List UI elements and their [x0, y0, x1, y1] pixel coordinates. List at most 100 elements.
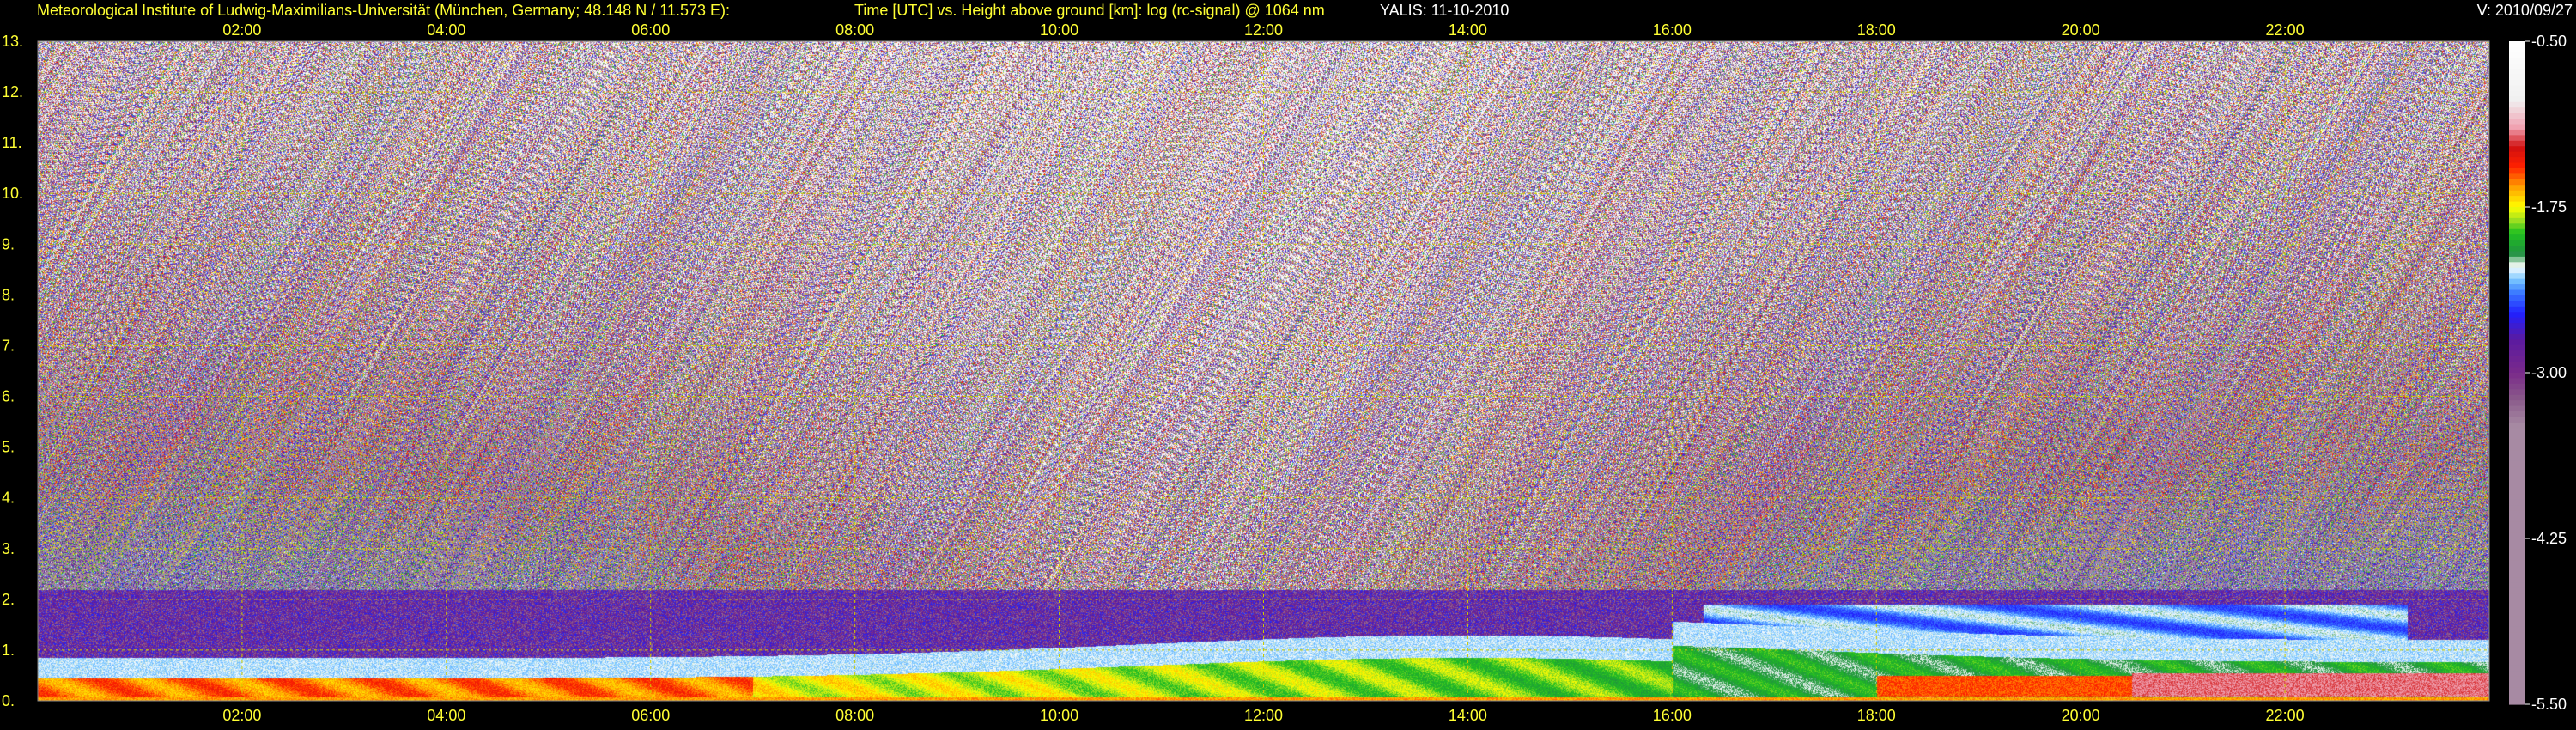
colorbar-segment	[2509, 455, 2525, 462]
x-tick-label-bottom: 10:00	[1040, 707, 1078, 724]
x-tick-label-bottom: 16:00	[1653, 707, 1692, 724]
colorbar-segment	[2509, 185, 2525, 192]
colorbar-segment	[2509, 494, 2525, 501]
colorbar-segment	[2509, 350, 2525, 357]
colorbar-segment	[2509, 621, 2525, 628]
colorbar-segment	[2509, 605, 2525, 611]
header-description: Time [UTC] vs. Height above ground [km]:…	[854, 2, 1325, 19]
colorbar-segment	[2509, 212, 2525, 219]
colorbar-segment	[2509, 129, 2525, 136]
colorbar-segment	[2509, 637, 2525, 644]
colorbar-segment	[2509, 660, 2525, 666]
y-tick-label: 7.	[2, 337, 15, 354]
colorbar-segment	[2509, 428, 2525, 435]
colorbar-segment	[2509, 648, 2525, 655]
colorbar-segment	[2509, 532, 2525, 539]
colorbar-segment	[2509, 240, 2525, 246]
colorbar-segment	[2509, 383, 2525, 390]
colorbar-segment	[2509, 85, 2525, 92]
x-tick-label-top: 22:00	[2266, 21, 2305, 39]
x-tick-label-bottom: 22:00	[2266, 707, 2305, 724]
colorbar-segment	[2509, 201, 2525, 208]
colorbar-segment	[2509, 273, 2525, 280]
colorbar-segment	[2509, 179, 2525, 186]
header-instrument: YALIS: 11-10-2010	[1380, 2, 1509, 19]
colorbar-segment	[2509, 599, 2525, 605]
colorbar-segment	[2509, 323, 2525, 330]
colorbar-segment	[2509, 96, 2525, 103]
y-tick-label: 2.	[2, 591, 15, 608]
colorbar-segment	[2509, 373, 2525, 380]
colorbar-tick-label: -1.75	[2531, 198, 2567, 216]
colorbar-segment	[2509, 566, 2525, 573]
lidar-plot: Meteorological Institute of Ludwig-Maxim…	[2, 2, 2573, 724]
colorbar-segment	[2509, 693, 2525, 700]
colorbar-segment	[2509, 505, 2525, 512]
colorbar-segment	[2509, 593, 2525, 600]
y-tick-label: 13.	[2, 33, 23, 50]
colorbar-segment	[2509, 58, 2525, 64]
colorbar-tick-label: -4.25	[2531, 530, 2567, 547]
colorbar-segment	[2509, 151, 2525, 158]
colorbar-segment	[2509, 632, 2525, 639]
colorbar-segment	[2509, 555, 2525, 562]
colorbar-segment	[2509, 610, 2525, 617]
x-tick-label-top: 14:00	[1449, 21, 1487, 39]
colorbar-segment	[2509, 362, 2525, 368]
colorbar-segment	[2509, 582, 2525, 589]
colorbar-segment	[2509, 157, 2525, 164]
colorbar-segment	[2509, 400, 2525, 407]
colorbar-segment	[2509, 246, 2525, 252]
colorbar-segment	[2509, 516, 2525, 523]
x-tick-label-top: 04:00	[427, 21, 465, 39]
colorbar-segment	[2509, 671, 2525, 678]
colorbar-segment	[2509, 654, 2525, 661]
colorbar-tick-label: -3.00	[2531, 364, 2567, 381]
colorbar-segment	[2509, 207, 2525, 214]
colorbar-segment	[2509, 521, 2525, 528]
header-institute: Meteorological Institute of Ludwig-Maxim…	[37, 2, 730, 19]
x-tick-label-bottom: 20:00	[2062, 707, 2100, 724]
colorbar-segment	[2509, 251, 2525, 258]
colorbar-segment	[2509, 687, 2525, 694]
y-tick-label: 4.	[2, 490, 15, 507]
colorbar-segment	[2509, 643, 2525, 650]
colorbar-segment	[2509, 190, 2525, 197]
colorbar-segment	[2509, 356, 2525, 362]
colorbar-segment	[2509, 471, 2525, 478]
colorbar-segment	[2509, 135, 2525, 142]
colorbar-segment	[2509, 466, 2525, 473]
x-axis-bottom: 02:00 04:00 06:00 08:00 10:00 12:00 14:00 16:00…	[222, 707, 2304, 724]
colorbar-segment	[2509, 577, 2525, 584]
colorbar-segment	[2509, 301, 2525, 307]
colorbar-segment	[2509, 538, 2525, 545]
colorbar-segment	[2509, 444, 2525, 451]
colorbar-segment	[2509, 173, 2525, 180]
colorbar-segment	[2509, 510, 2525, 517]
colorbar-segment	[2509, 52, 2525, 58]
colorbar-tick-label: -0.50	[2531, 33, 2567, 50]
colorbar-segment	[2509, 417, 2525, 423]
x-tick-label-bottom: 04:00	[427, 707, 465, 724]
colorbar-segment	[2509, 41, 2525, 48]
colorbar-segment	[2509, 46, 2525, 53]
colorbar-segment	[2509, 549, 2525, 556]
x-tick-label-top: 18:00	[1857, 21, 1896, 39]
colorbar-segment	[2509, 63, 2525, 70]
colorbar-segment	[2509, 234, 2525, 241]
colorbar-segment	[2509, 483, 2525, 490]
colorbar-segment	[2509, 489, 2525, 496]
colorbar-segment	[2509, 107, 2525, 114]
colorbar-segment	[2509, 101, 2525, 108]
y-tick-label: 6.	[2, 388, 15, 405]
colorbar-segment	[2509, 367, 2525, 374]
colorbar-segment	[2509, 306, 2525, 313]
colorbar-tick-label: -5.50	[2531, 696, 2567, 713]
colorbar	[2509, 41, 2525, 705]
y-axis: 0. 1. 2. 3. 4. 5. 6. 7. 8. 9. 10. 11. 12. 13.	[2, 33, 23, 709]
colorbar-segment	[2509, 278, 2525, 285]
x-tick-label-bottom: 06:00	[631, 707, 670, 724]
colorbar-segment	[2509, 676, 2525, 683]
colorbar-segment	[2509, 460, 2525, 467]
y-tick-label: 0.	[2, 692, 15, 709]
